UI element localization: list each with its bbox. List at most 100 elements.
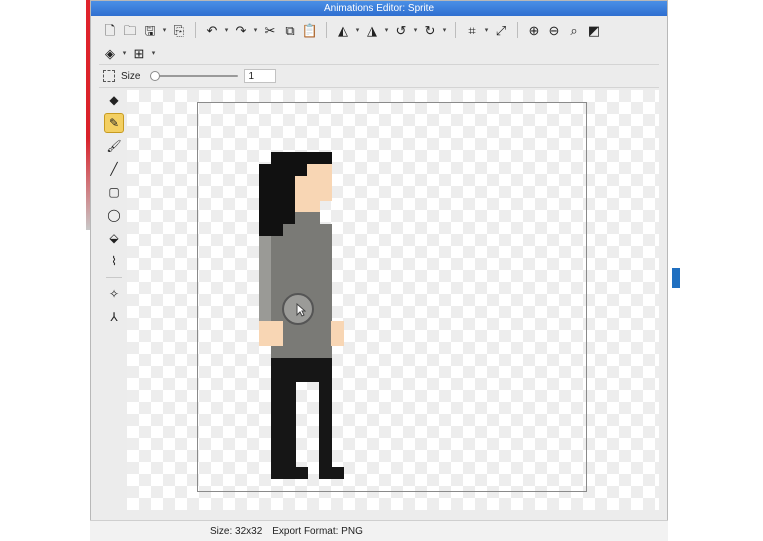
ellipse-tool[interactable]: ◯ — [104, 205, 124, 225]
sprite-pixel — [258, 224, 272, 237]
sprite-pixel — [270, 381, 284, 395]
chevron-down-icon[interactable]: ▾ — [441, 26, 448, 34]
sprite-pixel — [282, 357, 296, 371]
tool-separator — [106, 277, 122, 278]
options-divider — [99, 87, 659, 88]
flip-vertical-icon[interactable]: ◮ — [363, 21, 381, 39]
chevron-down-icon[interactable]: ▾ — [383, 26, 390, 34]
sprite-pixel — [270, 236, 284, 250]
flip-horizontal-icon[interactable]: ◭ — [334, 21, 352, 39]
sprite-pixel — [270, 272, 284, 286]
chevron-down-icon[interactable]: ▾ — [223, 26, 230, 34]
sprite-pixel — [270, 369, 284, 383]
zoom-out-icon[interactable]: ⊖ — [545, 21, 563, 39]
sprite-pixel — [307, 248, 320, 262]
grid-icon[interactable]: ⊞ — [130, 44, 148, 62]
sprite-pixel — [319, 321, 332, 334]
sprite-pixel — [282, 418, 296, 431]
size-slider-track — [150, 75, 239, 77]
cut-icon[interactable]: ✂ — [261, 21, 279, 39]
sprite-pixel — [295, 200, 308, 213]
size-slider-knob[interactable] — [150, 71, 161, 81]
save-icon[interactable]: 🖫 — [141, 21, 159, 39]
sprite-pixel — [258, 187, 272, 201]
eyedropper-tool[interactable]: ⌇ — [104, 251, 124, 271]
chevron-down-icon[interactable]: ▾ — [412, 26, 419, 34]
chevron-down-icon[interactable]: ▾ — [252, 26, 259, 34]
sprite-pixel — [319, 466, 332, 480]
chevron-down-icon[interactable]: ▾ — [354, 26, 361, 34]
undo-icon[interactable]: ↶ — [203, 21, 221, 39]
export-icon[interactable]: ⎘ — [170, 21, 188, 39]
sprite-pixel — [270, 466, 284, 480]
sprite-pixel — [258, 248, 272, 262]
sprite-pixel — [319, 442, 332, 456]
sprite-canvas[interactable] — [197, 102, 587, 492]
sprite-pixel — [270, 200, 284, 213]
sprite-pixel — [282, 394, 296, 407]
toolbar-divider — [99, 64, 659, 65]
sprite-pixel — [319, 430, 332, 444]
sprite-pixel — [319, 187, 332, 201]
sprite-pixel — [295, 369, 308, 383]
line-tool[interactable]: ╱ — [104, 159, 124, 179]
selection-icon[interactable] — [103, 70, 115, 82]
size-input[interactable]: 1 — [244, 69, 277, 83]
zoom-fit-icon[interactable]: ⌕ — [565, 21, 583, 39]
sprite-pixel — [270, 345, 284, 359]
sprite-pixel — [319, 333, 332, 347]
canvas-workspace[interactable] — [127, 90, 659, 510]
sprite-pixel — [307, 333, 320, 347]
chevron-down-icon[interactable]: ▾ — [121, 49, 128, 57]
rotate-right-icon[interactable]: ↻ — [421, 21, 439, 39]
paste-icon[interactable]: 📋 — [301, 21, 319, 39]
chevron-down-icon[interactable]: ▾ — [161, 26, 168, 34]
resize-icon[interactable]: ⤢ — [492, 21, 510, 39]
sprite-pixel — [331, 466, 345, 480]
background-right — [668, 0, 763, 541]
copy-icon[interactable]: ⧉ — [281, 21, 299, 39]
sprite-pixel — [307, 163, 320, 177]
rotate-left-icon[interactable]: ↺ — [392, 21, 410, 39]
rectangle-tool[interactable]: ▢ — [104, 182, 124, 202]
sprite-pixel — [282, 175, 296, 189]
sprite-pixel — [258, 333, 272, 347]
sprite-pixel — [258, 260, 272, 274]
sprite-pixel — [319, 163, 332, 177]
eraser-tool[interactable]: ◆ — [104, 90, 124, 110]
toolbar-separator — [517, 22, 518, 38]
sprite-pixel — [307, 345, 320, 359]
background-blue-marker — [672, 268, 680, 288]
layers-icon[interactable]: ◈ — [101, 44, 119, 62]
sprite-pixel — [258, 200, 272, 213]
new-file-icon[interactable]: 🗋 — [101, 21, 119, 39]
sprite-pixel — [307, 187, 320, 201]
sprite-pixel — [307, 260, 320, 274]
zoom-in-icon[interactable]: ⊕ — [525, 21, 543, 39]
sprite-pixel — [282, 345, 296, 359]
redo-icon[interactable]: ↷ — [232, 21, 250, 39]
sprite-pixel — [270, 357, 284, 371]
fill-tool[interactable]: ⬙ — [104, 228, 124, 248]
pencil-tool[interactable]: ✎ — [104, 113, 124, 133]
sprite-pixel — [282, 369, 296, 383]
sprite-pixel — [282, 454, 296, 468]
chevron-down-icon[interactable]: ▾ — [483, 26, 490, 34]
sprite-pixel — [319, 357, 332, 371]
brush-tool[interactable]: 🖌 — [104, 136, 124, 156]
crop-icon[interactable]: ⌗ — [463, 21, 481, 39]
chevron-down-icon[interactable]: ▾ — [150, 49, 157, 57]
size-slider[interactable] — [150, 71, 239, 81]
sprite-pixel — [282, 272, 296, 286]
sprite-pixel — [319, 454, 332, 468]
sprite-pixel — [319, 381, 332, 395]
open-folder-icon[interactable]: 🗀 — [121, 21, 139, 39]
sparkle-tool[interactable]: ✧ — [104, 284, 124, 304]
sprite-pixel — [295, 466, 308, 480]
sprite-pixel — [319, 309, 332, 322]
sprite-pixel — [282, 442, 296, 456]
background-toggle-icon[interactable]: ◩ — [585, 21, 603, 39]
sprite-pixel — [319, 175, 332, 189]
sprite-pixel — [295, 272, 308, 286]
node-tool[interactable]: ⅄ — [104, 307, 124, 327]
